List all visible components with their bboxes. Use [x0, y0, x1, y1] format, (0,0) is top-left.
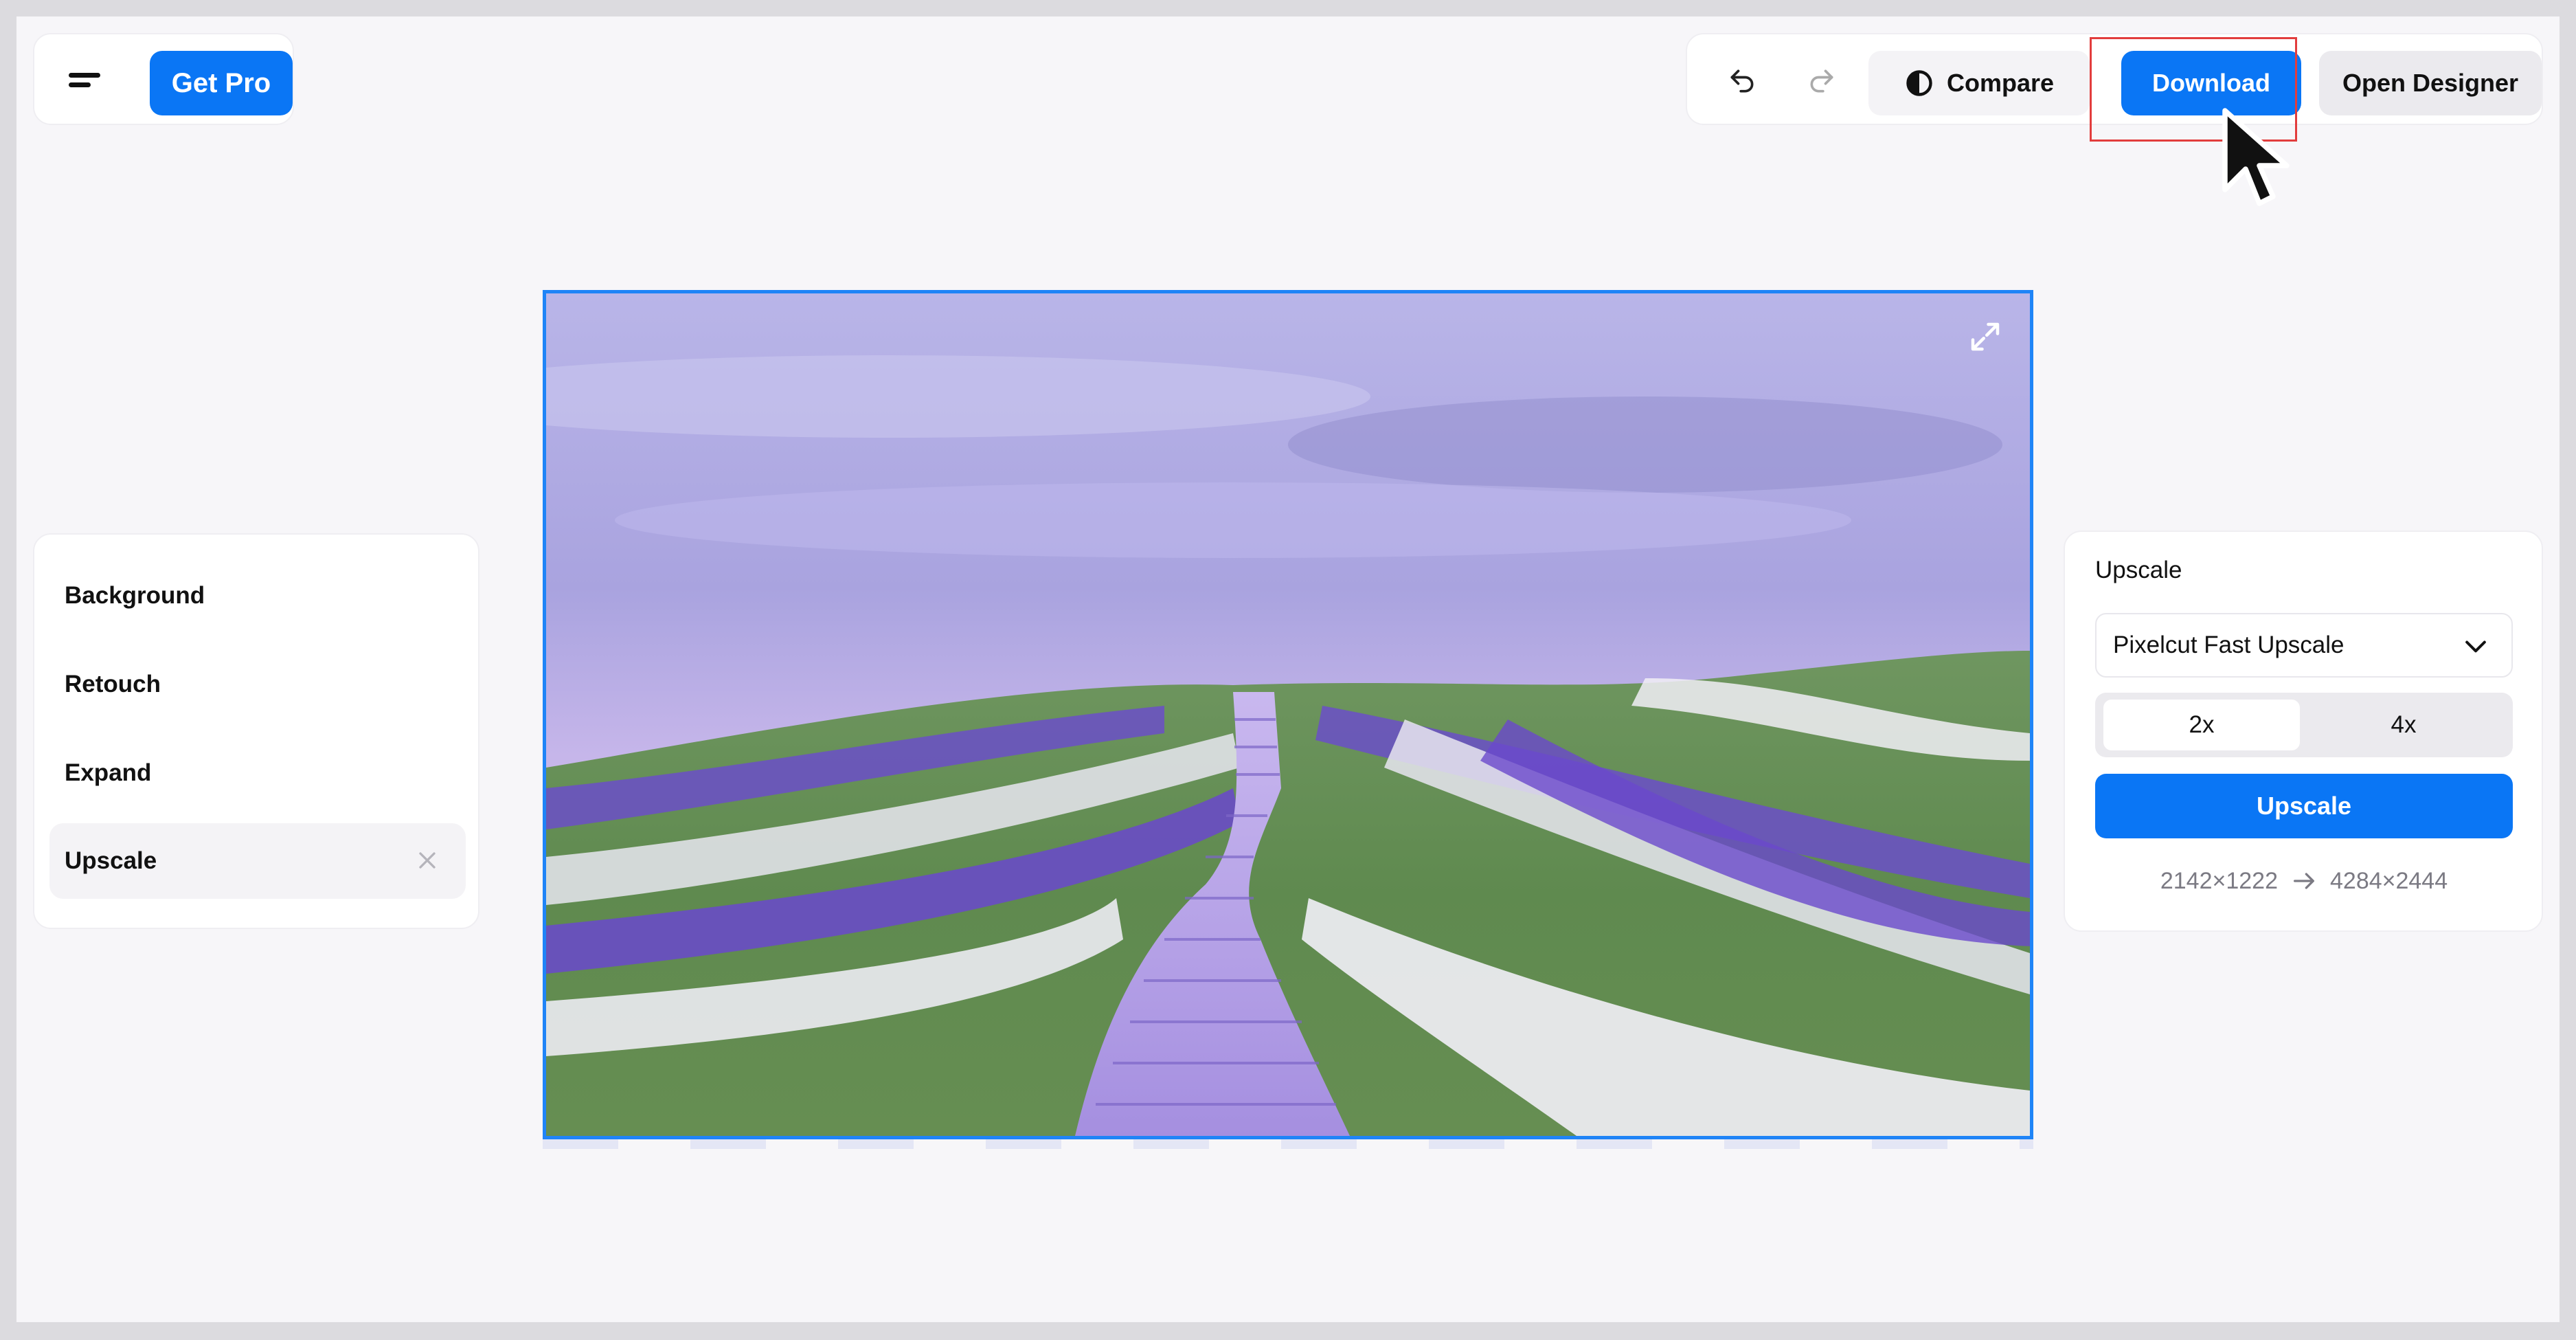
tools-panel: Background Retouch Expand Upscale — [33, 533, 479, 929]
tool-label: Background — [65, 582, 205, 609]
scale-option-4x[interactable]: 4x — [2305, 700, 2502, 750]
compare-icon — [1906, 70, 1932, 96]
tool-label: Retouch — [65, 671, 161, 697]
get-pro-button[interactable]: Get Pro — [150, 51, 293, 115]
size-conversion: 2142×1222 4284×2444 — [2095, 860, 2513, 902]
top-toolbar: Compare Download Open Designer — [1686, 33, 2543, 125]
tool-label: Upscale — [65, 847, 157, 874]
expand-icon[interactable] — [1967, 318, 2004, 355]
image-canvas[interactable] — [543, 290, 2033, 1139]
redo-icon[interactable] — [1796, 55, 1848, 107]
scale-option-2x[interactable]: 2x — [2103, 700, 2300, 750]
tool-background[interactable]: Background — [49, 558, 466, 634]
mouse-cursor-icon — [2222, 108, 2290, 206]
download-button[interactable]: Download — [2121, 51, 2301, 115]
close-icon[interactable] — [414, 847, 441, 874]
transparency-strip — [543, 1139, 2033, 1149]
model-select[interactable]: Pixelcut Fast Upscale — [2095, 613, 2513, 678]
compare-button[interactable]: Compare — [1868, 51, 2090, 115]
menu-icon[interactable] — [65, 62, 106, 98]
model-select-value: Pixelcut Fast Upscale — [2113, 632, 2345, 658]
tool-retouch[interactable]: Retouch — [49, 647, 466, 722]
tool-label: Expand — [65, 759, 152, 786]
upscale-panel: Upscale Pixelcut Fast Upscale 2x 4x Upsc… — [2064, 531, 2543, 932]
compare-label: Compare — [1946, 69, 2055, 97]
tool-upscale[interactable]: Upscale — [49, 823, 466, 899]
undo-icon[interactable] — [1716, 55, 1768, 107]
from-size: 2142×1222 — [2160, 867, 2278, 894]
tool-expand[interactable]: Expand — [49, 735, 466, 811]
scale-toggle: 2x 4x — [2095, 693, 2513, 757]
open-designer-button[interactable]: Open Designer — [2319, 51, 2542, 115]
arrow-right-icon — [2294, 873, 2314, 889]
to-size: 4284×2444 — [2330, 867, 2448, 894]
upscale-button[interactable]: Upscale — [2095, 774, 2513, 838]
landscape-image — [546, 293, 2030, 1136]
panel-title: Upscale — [2095, 557, 2182, 583]
chevron-down-icon — [2465, 640, 2486, 653]
top-left-bar: Get Pro — [33, 33, 294, 125]
app-window: Get Pro Compare Download Open Designer B… — [16, 16, 2560, 1322]
